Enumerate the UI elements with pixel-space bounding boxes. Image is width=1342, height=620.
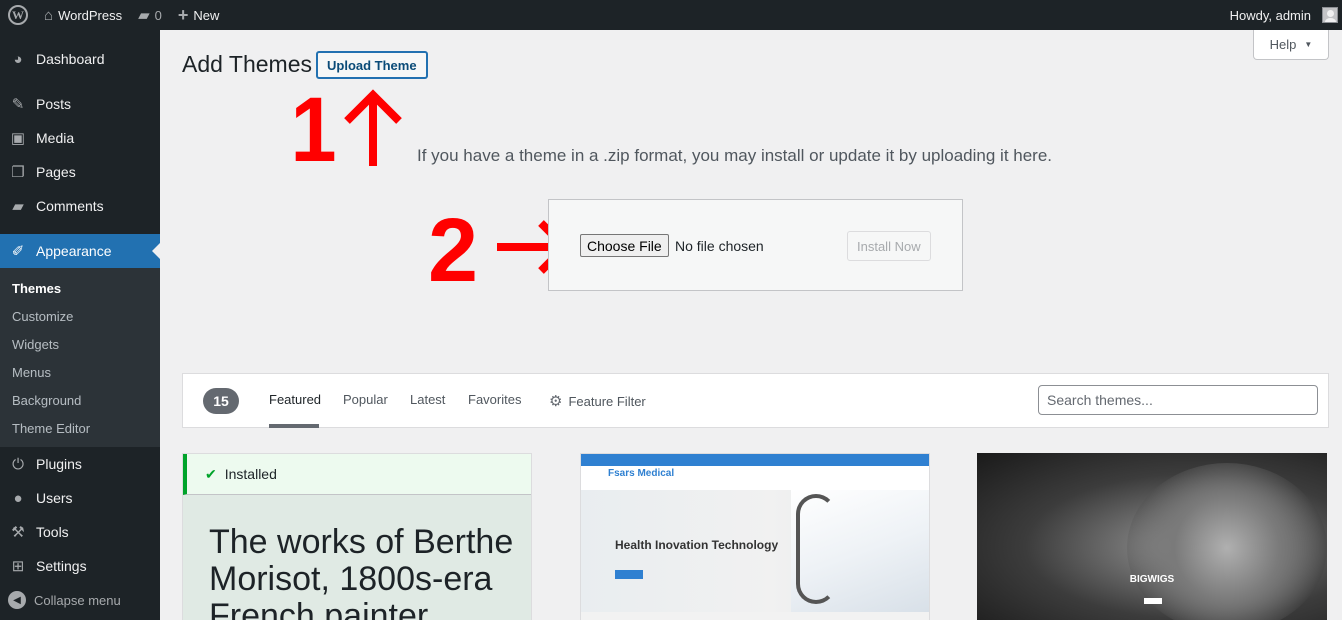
annotation-step-2: 2 [428, 201, 479, 301]
stethoscope-image [796, 494, 836, 604]
feature-filter-button[interactable]: ⚙ Feature Filter [549, 392, 646, 410]
tab-popular[interactable]: Popular [343, 392, 388, 407]
theme-card-medical[interactable]: Fsars Medical Health Inovation Technolog… [580, 453, 930, 620]
sidebar-item-label: Tools [36, 524, 69, 540]
submenu-widgets[interactable]: Widgets [0, 330, 160, 358]
submenu-customize[interactable]: Customize [0, 302, 160, 330]
sidebar-item-comments[interactable]: ▰ Comments [0, 189, 160, 223]
comment-icon: ▰ [12, 198, 24, 215]
settings-icon: ⊞ [11, 558, 25, 575]
lion-mane-image [1127, 463, 1327, 620]
submenu-menus[interactable]: Menus [0, 358, 160, 386]
brush-icon: ✐ [11, 243, 25, 260]
appearance-submenu: Themes Customize Widgets Menus Backgroun… [0, 268, 160, 447]
sidebar-item-label: Pages [36, 164, 76, 180]
submenu-theme-editor[interactable]: Theme Editor [0, 414, 160, 442]
theme-screenshot-text: The works of Berthe Morisot, 1800s-era F… [209, 523, 514, 620]
collapse-arrow-icon: ◀ [8, 591, 26, 609]
sidebar-item-tools[interactable]: ⚒ Tools [0, 515, 160, 549]
upload-theme-form: Choose File No file chosen Install Now [548, 199, 963, 291]
home-icon: ⌂ [44, 6, 54, 24]
dashboard-icon: ◕ [13, 50, 23, 68]
sidebar-item-posts[interactable]: ✎ Posts [0, 87, 160, 121]
installed-label: Installed [224, 466, 277, 482]
tab-featured[interactable]: Featured [269, 392, 321, 407]
sidebar-item-media[interactable]: ▣ Media [0, 121, 160, 155]
collapse-menu-label: Collapse menu [34, 592, 121, 608]
my-account-link[interactable]: Howdy, admin [1222, 0, 1342, 30]
sidebar-item-dashboard[interactable]: ◕ Dashboard [0, 42, 160, 76]
submenu-background[interactable]: Background [0, 386, 160, 414]
help-tab-button[interactable]: Help ▼ [1253, 30, 1329, 60]
theme-card-bigwigs[interactable]: BIGWIGS [977, 453, 1327, 620]
sidebar-item-label: Comments [36, 198, 104, 214]
site-name-link[interactable]: ⌂ WordPress [36, 0, 130, 30]
annotation-step-1: 1 [290, 79, 337, 181]
sidebar-item-label: Dashboard [36, 51, 105, 67]
theme-preview-title: BIGWIGS [1129, 574, 1175, 585]
new-content-link[interactable]: + New [170, 0, 228, 30]
sidebar-item-appearance[interactable]: ✐ Appearance [0, 234, 160, 268]
plug-icon: ⏻ [12, 455, 24, 473]
pages-icon: ❐ [11, 164, 25, 181]
theme-filter-bar: 15 Featured Popular Latest Favorites ⚙ F… [182, 373, 1329, 428]
wordpress-logo-icon: W [8, 5, 28, 25]
sidebar-item-plugins[interactable]: ⏻ Plugins [0, 447, 160, 481]
theme-preview-hero-title: Health Inovation Technology [615, 538, 779, 552]
search-themes-input[interactable] [1038, 385, 1318, 415]
media-icon: ▣ [10, 130, 26, 147]
theme-preview-button [1144, 598, 1162, 604]
checkmark-icon: ✔ [205, 465, 217, 482]
sidebar-item-label: Appearance [36, 243, 112, 259]
sidebar-item-label: Plugins [36, 456, 82, 472]
tab-latest[interactable]: Latest [410, 392, 445, 407]
install-now-button[interactable]: Install Now [847, 231, 931, 261]
gear-icon: ⚙ [549, 393, 563, 410]
comments-count: 0 [154, 7, 162, 23]
pin-icon: ✎ [11, 96, 25, 113]
choose-file-button[interactable]: Choose File [580, 234, 669, 257]
site-name: WordPress [58, 7, 123, 23]
submenu-themes[interactable]: Themes [0, 274, 160, 302]
avatar-icon [1322, 7, 1338, 23]
page-title: Add Themes [182, 51, 312, 77]
new-label: New [193, 7, 220, 23]
active-tab-indicator [269, 424, 319, 428]
wp-logo-menu[interactable]: W [0, 0, 36, 30]
theme-preview-brand: Fsars Medical [608, 468, 675, 479]
theme-card-installed[interactable]: ✔ Installed The works of Berthe Morisot,… [182, 453, 532, 620]
theme-preview-topbar [581, 454, 929, 466]
help-label: Help [1269, 37, 1297, 52]
upload-help-text: If you have a theme in a .zip format, yo… [417, 146, 1053, 165]
sidebar-item-pages[interactable]: ❐ Pages [0, 155, 160, 189]
sidebar-item-settings[interactable]: ⊞ Settings [0, 549, 160, 583]
tab-favorites[interactable]: Favorites [468, 392, 521, 407]
howdy-text: Howdy, admin [1229, 7, 1311, 23]
theme-count-badge: 15 [203, 388, 239, 414]
sidebar-item-label: Users [36, 490, 73, 506]
installed-notice: ✔ Installed [183, 454, 531, 495]
theme-preview-hero-button [615, 570, 643, 579]
feature-filter-label: Feature Filter [568, 393, 646, 409]
caret-down-icon: ▼ [1304, 40, 1313, 49]
no-file-chosen-text: No file chosen [675, 238, 764, 254]
wrench-icon: ⚒ [11, 524, 25, 541]
sidebar-item-label: Posts [36, 96, 72, 112]
sidebar-item-users[interactable]: ● Users [0, 481, 160, 515]
main-content: Add Themes Upload Theme Help ▼ 1 If you … [160, 30, 1342, 620]
upload-theme-button[interactable]: Upload Theme [316, 51, 428, 79]
plus-icon: + [177, 4, 189, 25]
user-icon: ● [13, 489, 23, 507]
comments-link[interactable]: ▰ 0 [130, 0, 170, 30]
sidebar-item-label: Media [36, 130, 75, 146]
collapse-menu-button[interactable]: ◀ Collapse menu [0, 583, 160, 617]
red-up-arrow-icon [344, 89, 402, 166]
sidebar-item-label: Settings [36, 558, 87, 574]
admin-sidebar: ◕ Dashboard ✎ Posts ▣ Media ❐ Pages ▰ Co… [0, 30, 160, 620]
admin-bar: W ⌂ WordPress ▰ 0 + New Howdy, admin [0, 0, 1342, 30]
comment-bubble-icon: ▰ [138, 7, 150, 24]
